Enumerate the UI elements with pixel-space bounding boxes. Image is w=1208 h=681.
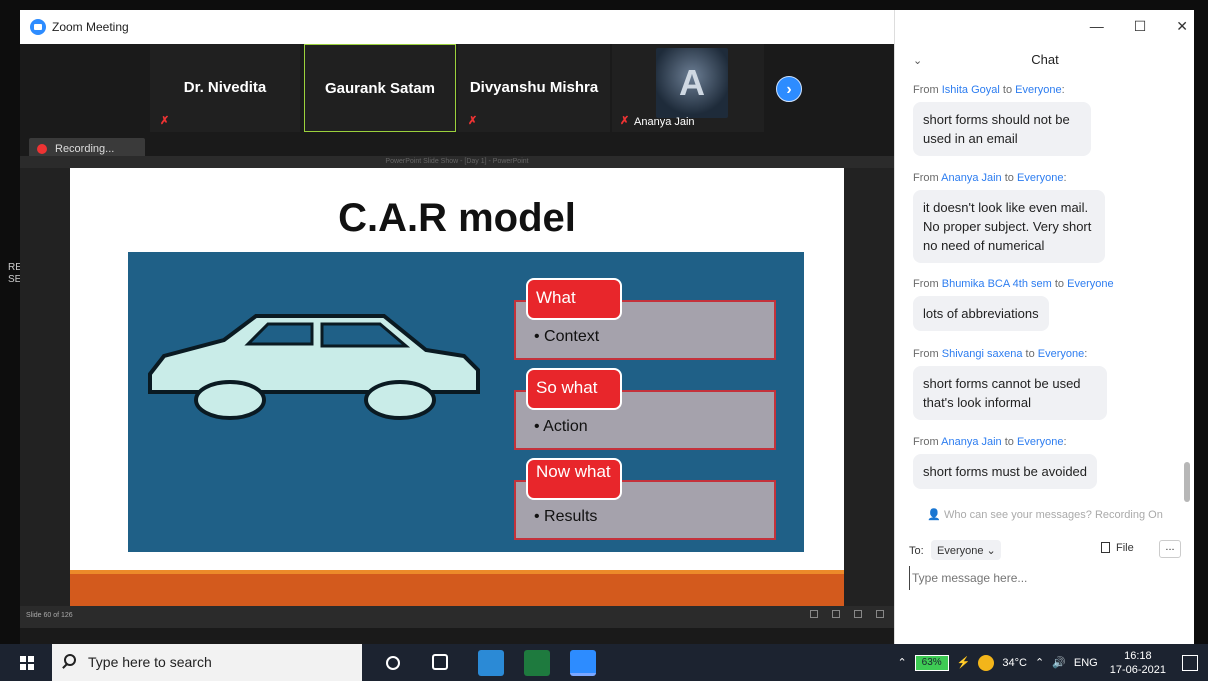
slide-title: C.A.R model — [338, 196, 576, 240]
reading-view-icon[interactable] — [854, 610, 862, 618]
slide-footer-band — [70, 570, 844, 606]
chat-panel: — ☐ ✕ ⌄ Chat From Ishita Goyal to Everyo… — [894, 10, 1194, 644]
to-label: To: — [909, 545, 924, 557]
chat-message-input[interactable] — [909, 566, 1181, 590]
chevron-up-icon[interactable]: ⌃ — [897, 656, 906, 669]
message-sender: From Ishita Goyal to Everyone: — [913, 84, 1065, 96]
car-row-now-what: • Results Now what — [514, 456, 778, 546]
car-row-what: • Context What — [514, 276, 778, 366]
participant-tile[interactable]: Dr. Nivedita ✗ — [150, 44, 300, 132]
participant-tile-active-speaker[interactable]: Gaurank Satam — [304, 44, 456, 132]
row-tag: So what — [526, 368, 622, 410]
temperature[interactable]: 34°C — [1002, 657, 1027, 669]
notification-icon[interactable] — [1182, 654, 1198, 671]
chat-message: From Shivangi saxena to Everyone: short … — [913, 348, 1181, 420]
windows-taskbar: Type here to search ⌃ 63% ⚡ 34°C ⌃ 🔊 ENG… — [0, 644, 1208, 681]
message-bubble: short forms must be avoided — [913, 454, 1098, 489]
battery-indicator[interactable]: 63% — [914, 654, 949, 671]
power-plug-icon: ⚡ — [956, 657, 971, 669]
mic-muted-icon: ✗ — [468, 115, 478, 127]
row-tag: What — [526, 278, 622, 320]
excel-app-icon[interactable] — [524, 650, 550, 676]
network-icon[interactable]: ⌃ — [1035, 656, 1044, 669]
chat-message: From Ananya Jain to Everyone: it doesn't… — [913, 172, 1181, 263]
view-controls — [810, 610, 884, 618]
participant-name: Gaurank Satam — [324, 80, 436, 97]
row-tag: Now what — [526, 458, 622, 500]
message-bubble: lots of abbreviations — [913, 296, 1049, 331]
participant-name: Dr. Nivedita — [183, 79, 267, 96]
message-sender: From Shivangi saxena to Everyone: — [913, 348, 1088, 360]
desktop: RE SE Zoom Meeting Dr. Nivedita ✗ Gauran… — [0, 0, 1208, 681]
normal-view-icon[interactable] — [810, 610, 818, 618]
message-bubble: it doesn't look like even mail. No prope… — [913, 190, 1105, 263]
participant-tile[interactable]: A ✗ Ananya Jain — [612, 44, 764, 132]
participant-tile[interactable]: Divyanshu Mishra ✗ — [458, 44, 610, 132]
file-button[interactable]: File — [1101, 542, 1134, 554]
mic-muted-icon: ✗ — [160, 115, 170, 127]
windows-start-icon[interactable] — [20, 656, 34, 670]
powerpoint-statusbar: Slide 60 of 126 — [20, 606, 894, 628]
privacy-notice[interactable]: 👤 Who can see your messages? Recording O… — [895, 508, 1195, 521]
participant-name: Ananya Jain — [634, 116, 695, 128]
photos-app-icon[interactable] — [478, 650, 504, 676]
maximize-icon[interactable]: ☐ — [1134, 18, 1147, 35]
avengers-avatar-icon: A — [656, 48, 728, 118]
record-icon — [37, 144, 47, 154]
car-icon — [148, 314, 480, 420]
message-sender: From Ananya Jain to Everyone: — [913, 172, 1067, 184]
participant-gallery: Dr. Nivedita ✗ Gaurank Satam Divyanshu M… — [20, 44, 894, 144]
message-bubble: short forms should not be used in an ema… — [913, 102, 1091, 156]
sorter-view-icon[interactable] — [832, 610, 840, 618]
taskbar-search[interactable]: Type here to search — [52, 644, 362, 681]
task-view-icon[interactable] — [432, 654, 448, 670]
slide-content-panel: • Context What • Action So what • Result… — [128, 252, 804, 552]
zoom-meeting-window: Zoom Meeting Dr. Nivedita ✗ Gaurank Sata… — [20, 10, 894, 644]
cortana-icon[interactable] — [386, 656, 400, 670]
weather-icon[interactable] — [978, 654, 995, 671]
window-controls: — ☐ ✕ — [1090, 18, 1188, 35]
chat-title: Chat — [1031, 52, 1059, 67]
zoom-logo-icon — [30, 19, 46, 35]
presentation-slide: C.A.R model • Context What • Action So w… — [70, 168, 844, 606]
recipient-dropdown[interactable]: Everyone ⌄ — [931, 540, 1001, 560]
slideshow-view-icon[interactable] — [876, 610, 884, 618]
slide-counter: Slide 60 of 126 — [26, 612, 73, 619]
window-titlebar[interactable]: Zoom Meeting — [20, 10, 894, 44]
chat-message: From Ananya Jain to Everyone: short form… — [913, 436, 1181, 489]
close-icon[interactable]: ✕ — [1176, 18, 1188, 35]
window-title: Zoom Meeting — [52, 20, 129, 34]
recording-label: Recording... — [55, 143, 115, 155]
mic-muted-icon: ✗ — [620, 115, 630, 127]
row-bullet: • Results — [534, 508, 598, 525]
chat-message: From Bhumika BCA 4th sem to Everyone lot… — [913, 278, 1181, 331]
screen-share-view: PowerPoint Slide Show - [Day 1] - PowerP… — [20, 156, 894, 628]
volume-icon[interactable]: 🔊 — [1052, 656, 1066, 669]
message-sender: From Ananya Jain to Everyone: — [913, 436, 1067, 448]
minimize-icon[interactable]: — — [1090, 18, 1104, 35]
row-bullet: • Action — [534, 418, 588, 435]
participant-name: Divyanshu Mishra — [469, 79, 599, 96]
message-bubble: short forms cannot be used that's look i… — [913, 366, 1107, 420]
file-icon — [1101, 542, 1110, 553]
more-options-button[interactable]: ... — [1159, 540, 1181, 558]
zoom-app-icon[interactable] — [570, 650, 596, 676]
chat-scrollbar[interactable] — [1184, 462, 1190, 502]
search-icon — [64, 654, 76, 666]
next-page-button[interactable]: › — [776, 76, 802, 102]
car-row-so-what: • Action So what — [514, 366, 778, 456]
chat-message: From Ishita Goyal to Everyone: short for… — [913, 84, 1181, 156]
clock[interactable]: 16:18 17-06-2021 — [1110, 649, 1166, 677]
system-tray: ⌃ 63% ⚡ 34°C ⌃ 🔊 ENG 16:18 17-06-2021 — [897, 644, 1198, 681]
car-model-rows: • Context What • Action So what • Result… — [514, 276, 778, 546]
message-sender: From Bhumika BCA 4th sem to Everyone — [913, 278, 1114, 290]
row-bullet: • Context — [534, 328, 600, 345]
powerpoint-titlebar: PowerPoint Slide Show - [Day 1] - PowerP… — [20, 156, 894, 168]
search-placeholder: Type here to search — [88, 654, 212, 670]
language-indicator[interactable]: ENG — [1074, 657, 1098, 669]
recipient-row: To: Everyone ⌄ File ... — [909, 540, 1181, 562]
